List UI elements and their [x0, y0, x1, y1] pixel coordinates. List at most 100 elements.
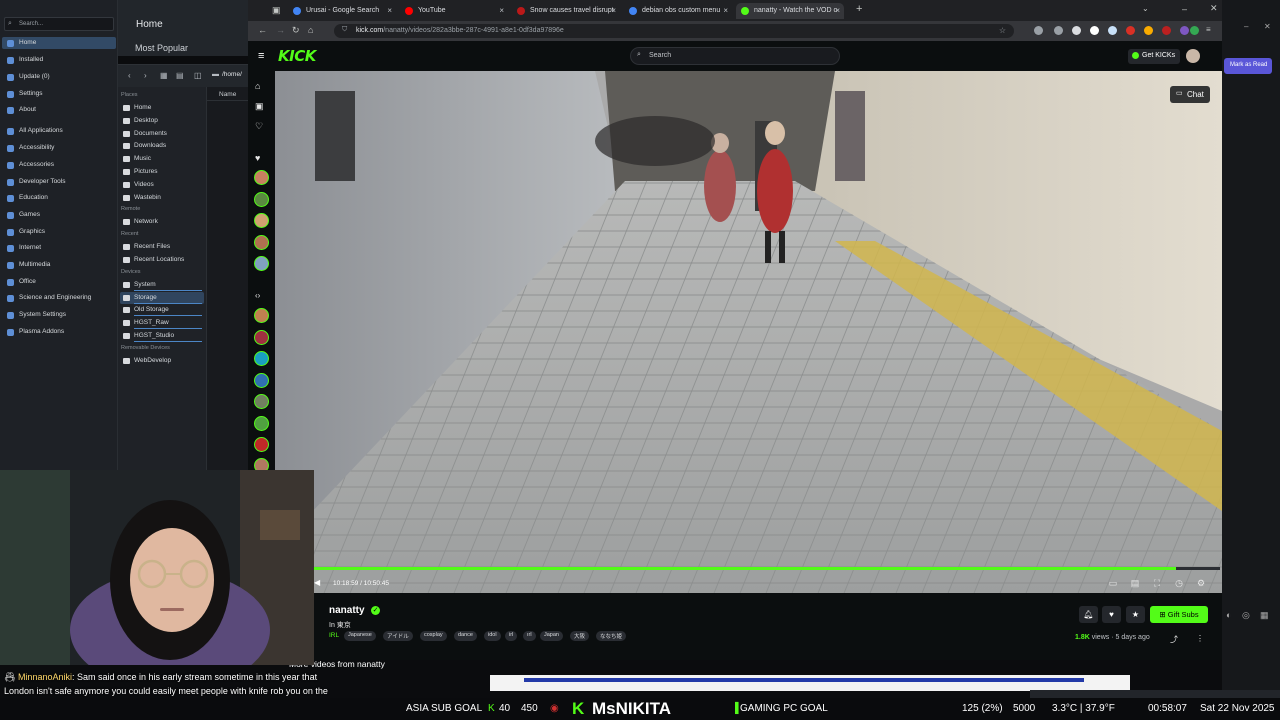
- channel-name[interactable]: nanatty: [329, 605, 365, 616]
- launcher-search-input[interactable]: ⌕ Search...: [4, 17, 114, 31]
- stream-tag[interactable]: ırl: [523, 631, 536, 641]
- reload-button[interactable]: ↻: [292, 25, 300, 36]
- extension-icon[interactable]: [1144, 26, 1153, 35]
- subscribe-star-icon[interactable]: ★: [1126, 606, 1145, 623]
- close-tab-icon[interactable]: ×: [387, 6, 392, 15]
- notification-bell-icon[interactable]: 🔔︎: [1079, 606, 1098, 623]
- volume-icon[interactable]: ◀: [314, 578, 320, 587]
- launcher-item[interactable]: Games: [2, 209, 116, 221]
- browser-menu-icon[interactable]: ≡: [1206, 25, 1211, 34]
- home-icon[interactable]: ⌂: [255, 81, 260, 91]
- launcher-item[interactable]: Installed: [2, 54, 116, 66]
- channel-avatar[interactable]: [254, 235, 269, 250]
- place-item[interactable]: Storage: [120, 291, 204, 304]
- browse-icon[interactable]: ▣: [255, 101, 264, 112]
- stream-tag[interactable]: irl: [505, 631, 518, 641]
- channel-avatar[interactable]: [254, 394, 269, 409]
- extension-icon[interactable]: [1162, 26, 1171, 35]
- channel-avatar[interactable]: [254, 330, 269, 345]
- grid-view-icon[interactable]: ▦: [160, 71, 168, 80]
- launcher-item[interactable]: Education: [2, 192, 116, 204]
- forward-icon[interactable]: ›: [144, 71, 147, 80]
- channel-avatar[interactable]: [254, 373, 269, 388]
- launcher-item[interactable]: Plasma Addons: [2, 326, 116, 338]
- video-player[interactable]: [275, 71, 1222, 593]
- launcher-item[interactable]: Developer Tools: [2, 176, 116, 188]
- back-button[interactable]: ←: [258, 25, 267, 35]
- expand-icon[interactable]: ‹›: [255, 291, 260, 300]
- video-progress-bar[interactable]: [314, 567, 1220, 570]
- channel-avatar[interactable]: [254, 170, 269, 185]
- kick-logo[interactable]: KICK: [278, 47, 316, 65]
- follow-heart-icon[interactable]: ♥: [1102, 606, 1121, 623]
- place-item[interactable]: Old Storage: [120, 304, 204, 317]
- extension-icon[interactable]: [1190, 26, 1199, 35]
- more-options-icon[interactable]: ⋮: [1196, 634, 1204, 643]
- user-avatar[interactable]: [1186, 49, 1200, 63]
- mark-read-button[interactable]: Mark as Read: [1224, 58, 1272, 74]
- channel-avatar[interactable]: [254, 351, 269, 366]
- launcher-item[interactable]: System Settings: [2, 309, 116, 321]
- gift-subs-button[interactable]: ⊞ Gift Subs: [1150, 606, 1208, 623]
- stream-tag[interactable]: Japanese: [344, 631, 376, 641]
- channel-avatar[interactable]: [254, 437, 269, 452]
- minimize-icon[interactable]: –: [1182, 4, 1187, 14]
- fullscreen-icon[interactable]: ⛶: [1152, 578, 1162, 588]
- clip-icon[interactable]: ▤: [1130, 578, 1140, 588]
- home-button[interactable]: ⌂: [308, 25, 313, 35]
- stream-tag[interactable]: cosplay: [420, 631, 447, 641]
- tab-list-icon[interactable]: ▣: [272, 5, 281, 16]
- stream-tag[interactable]: dance: [454, 631, 477, 641]
- settings-gear-icon[interactable]: ⚙: [1196, 578, 1206, 588]
- path-label[interactable]: /home/: [222, 71, 242, 78]
- new-tab-button[interactable]: +: [856, 3, 862, 15]
- bookmark-star-icon[interactable]: ☆: [999, 26, 1006, 35]
- details-view-icon[interactable]: ▤: [176, 71, 184, 80]
- stream-tag[interactable]: ななち姫: [596, 631, 627, 641]
- browser-tab[interactable]: Snow causes travel disrupt ×: [512, 3, 620, 19]
- place-item[interactable]: HGST_Raw: [120, 317, 204, 330]
- launcher-item[interactable]: Office: [2, 276, 116, 288]
- browser-tab[interactable]: debian obs custom menu ×: [624, 3, 732, 19]
- channel-avatar[interactable]: [254, 192, 269, 207]
- share-icon[interactable]: ⤴: [1170, 634, 1178, 645]
- minimize-icon[interactable]: –: [1244, 22, 1248, 31]
- place-item[interactable]: Recent Locations: [120, 254, 204, 266]
- launcher-item[interactable]: Accessories: [2, 159, 116, 171]
- close-tab-icon[interactable]: ×: [835, 6, 840, 15]
- place-item[interactable]: Pictures: [120, 166, 204, 178]
- launcher-item[interactable]: Science and Engineering: [2, 292, 116, 304]
- grid-icon[interactable]: ▦: [1260, 610, 1269, 621]
- stream-tag[interactable]: Japan: [540, 631, 563, 641]
- channel-avatar[interactable]: [254, 308, 269, 323]
- speed-icon[interactable]: ◷: [1174, 578, 1184, 588]
- launcher-item[interactable]: All Applications: [2, 125, 116, 137]
- launcher-item[interactable]: Multimedia: [2, 259, 116, 271]
- launcher-item[interactable]: Update (0): [2, 71, 116, 83]
- browser-tab[interactable]: YouTube ×: [400, 3, 508, 19]
- close-tab-icon[interactable]: ×: [723, 6, 728, 15]
- place-item[interactable]: WebDevelop: [120, 355, 204, 367]
- browser-tab[interactable]: nanatty - Watch the VOD o ×: [736, 3, 844, 19]
- back-icon[interactable]: ‹: [128, 71, 131, 80]
- download-icon[interactable]: [1034, 26, 1043, 35]
- extension-icon[interactable]: [1054, 26, 1063, 35]
- place-item[interactable]: Wastebin: [120, 192, 204, 204]
- url-field[interactable]: ⛉ kick.com/nanatty/videos/282a3bbe-287c-…: [334, 24, 1014, 38]
- stream-tag[interactable]: アイドル: [383, 631, 413, 641]
- stream-tag[interactable]: 大阪: [570, 631, 590, 641]
- channel-avatar[interactable]: [254, 416, 269, 431]
- place-item[interactable]: Home: [120, 102, 204, 114]
- favorites-heart-icon[interactable]: ♥: [255, 153, 260, 163]
- channel-avatar[interactable]: [254, 256, 269, 271]
- place-item[interactable]: Desktop: [120, 115, 204, 127]
- extension-icon[interactable]: [1180, 26, 1189, 35]
- extension-icon[interactable]: [1108, 26, 1117, 35]
- launcher-item[interactable]: Settings: [2, 88, 116, 100]
- name-column-header[interactable]: Name: [207, 89, 249, 101]
- following-icon[interactable]: ♡: [255, 121, 263, 132]
- tab-search-icon[interactable]: ⌄: [1142, 4, 1149, 13]
- kick-search-input[interactable]: ⌕ Search: [630, 47, 840, 65]
- extension-icon[interactable]: [1126, 26, 1135, 35]
- app-icon[interactable]: ◐: [1226, 610, 1231, 620]
